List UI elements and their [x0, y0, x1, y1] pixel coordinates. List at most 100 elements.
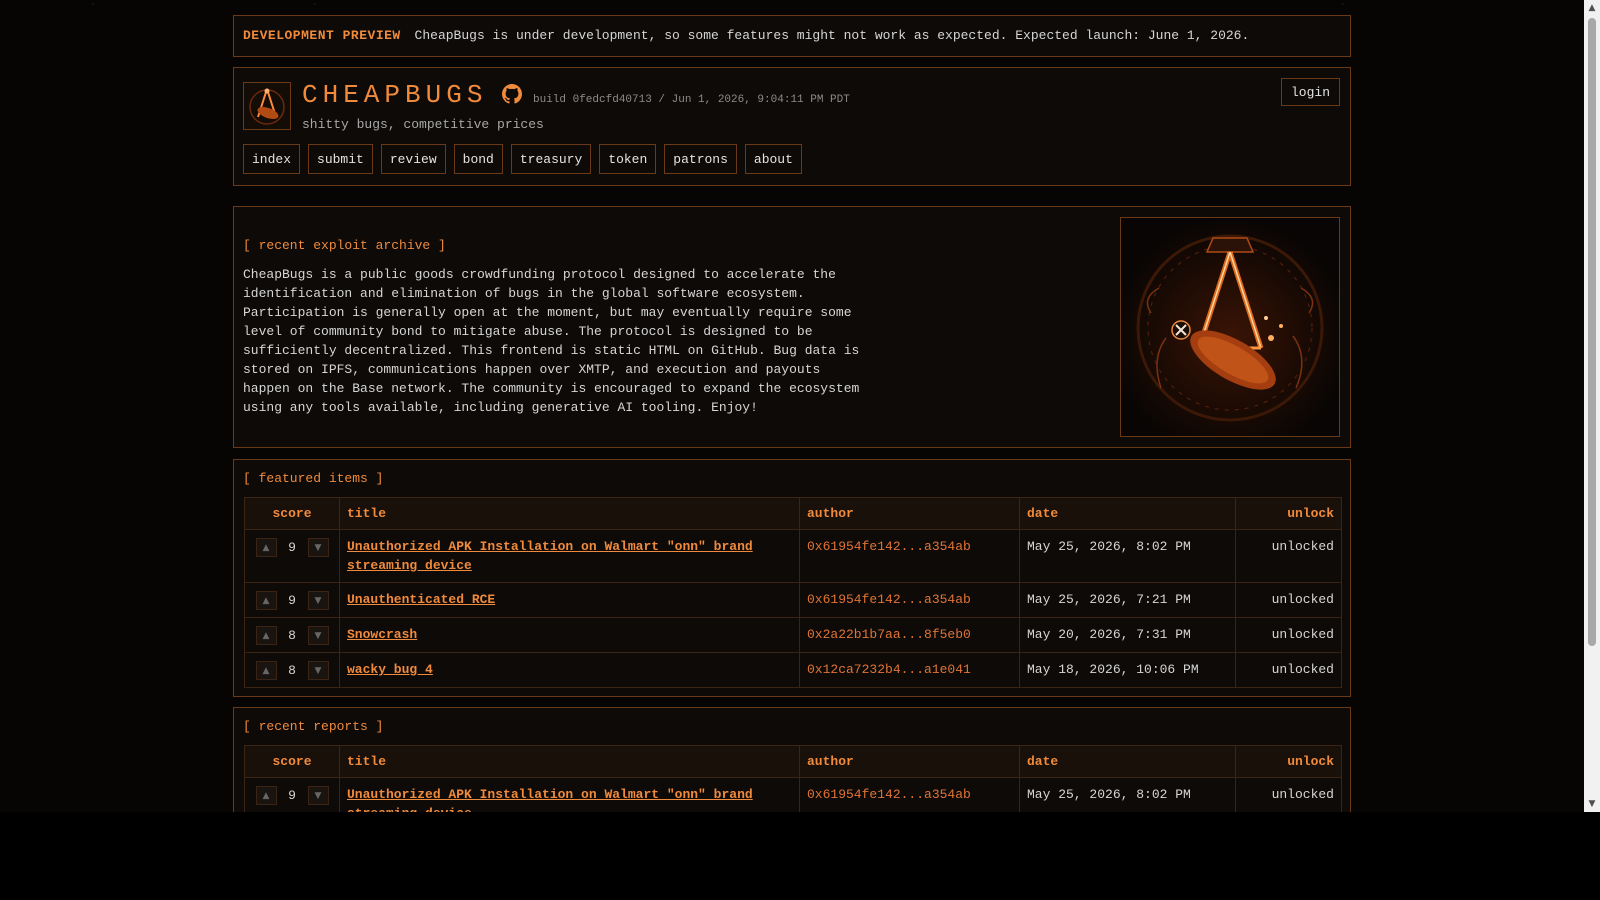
dev-preview-banner: DEVELOPMENT PREVIEW CheapBugs is under d… — [233, 15, 1351, 57]
down-arrow-icon[interactable]: ▼ — [307, 661, 329, 680]
date-cell: May 18, 2026, 10:06 PM — [1019, 652, 1236, 688]
title-cell: wacky bug 4 — [339, 652, 800, 688]
nav-patrons[interactable]: patrons — [664, 144, 737, 174]
title-cell: Unauthorized APK Installation on Walmart… — [339, 777, 800, 812]
build-info: build 0fedcfd40713 / Jun 1, 2026, 9:04:1… — [533, 94, 850, 106]
col-title[interactable]: title — [339, 745, 800, 778]
score-cell: ▲ 9 ▼ — [244, 529, 340, 583]
github-icon[interactable] — [502, 84, 522, 104]
bug-title-link[interactable]: Snowcrash — [347, 627, 417, 642]
hero-image — [1120, 217, 1340, 437]
bug-title-link[interactable]: wacky bug 4 — [347, 662, 433, 677]
logo-bug-icon — [244, 83, 290, 129]
nav-index[interactable]: index — [243, 144, 301, 174]
table-row: ▲ 9 ▼ Unauthorized APK Installation on Wal… — [244, 529, 1342, 583]
score-cell: ▲ 8 ▼ — [244, 617, 340, 653]
author-cell: 0x61954fe142...a354ab — [799, 777, 1020, 812]
col-author[interactable]: author — [799, 745, 1020, 778]
col-score[interactable]: score — [244, 745, 340, 778]
author-link[interactable]: 0x61954fe142...a354ab — [807, 539, 971, 554]
down-arrow-icon[interactable]: ▼ — [307, 626, 329, 645]
scrollbar-thumb[interactable] — [1588, 18, 1596, 646]
unlock-cell: unlocked — [1235, 582, 1342, 618]
unlock-cell: unlocked — [1235, 777, 1342, 812]
title-cell: Snowcrash — [339, 617, 800, 653]
score-cell: ▲ 8 ▼ — [244, 652, 340, 688]
col-date[interactable]: date — [1019, 745, 1236, 778]
unlock-status: unlocked — [1271, 592, 1334, 607]
date-value: May 25, 2026, 7:21 PM — [1027, 592, 1191, 607]
bug-title-link[interactable]: Unauthenticated RCE — [347, 592, 495, 607]
down-arrow-icon[interactable]: ▼ — [307, 591, 329, 610]
unlock-status: unlocked — [1271, 627, 1334, 642]
featured-panel: [ featured items ] score title author da… — [233, 459, 1351, 697]
nav-treasury[interactable]: treasury — [510, 144, 592, 174]
table-row: ▲ 9 ▼ Unauthenticated RCE 0x61954fe142...a… — [244, 582, 1342, 618]
nav-submit[interactable]: submit — [308, 144, 373, 174]
nav-token[interactable]: token — [599, 144, 657, 174]
table-row: ▲ 8 ▼ Snowcrash 0x2a22b1b7aa...8f5eb0 May … — [244, 617, 1342, 653]
author-cell: 0x2a22b1b7aa...8f5eb0 — [799, 617, 1020, 653]
up-arrow-icon[interactable]: ▲ — [255, 661, 277, 680]
score-cell: ▲ 9 ▼ — [244, 582, 340, 618]
down-arrow-icon[interactable]: ▼ — [307, 538, 329, 557]
table-row: ▲ 8 ▼ wacky bug 4 0x12ca7232b4...a1e041 Ma… — [244, 652, 1342, 688]
up-arrow-icon[interactable]: ▲ — [255, 591, 277, 610]
bottom-strip — [0, 812, 1600, 900]
site-logo[interactable] — [243, 82, 291, 130]
score-value: 8 — [288, 628, 296, 643]
date-cell: May 25, 2026, 8:02 PM — [1019, 777, 1236, 812]
login-button[interactable]: login — [1280, 78, 1340, 106]
site-header: CHEAPBUGS build 0fedcfd40713 / Jun 1, 20… — [233, 67, 1351, 186]
col-author[interactable]: author — [799, 497, 1020, 530]
dev-preview-tag: DEVELOPMENT PREVIEW — [243, 28, 401, 43]
recent-reports-title: [ recent reports ] — [243, 719, 384, 734]
up-arrow-icon[interactable]: ▲ — [255, 538, 277, 557]
author-link[interactable]: 0x2a22b1b7aa...8f5eb0 — [807, 627, 971, 642]
dev-preview-message: CheapBugs is under development, so some … — [414, 28, 1250, 43]
featured-table: score title author date unlock ▲ 9 ▼ Unaut… — [244, 497, 1342, 688]
unlock-cell: unlocked — [1235, 617, 1342, 653]
up-arrow-icon[interactable]: ▲ — [255, 786, 277, 805]
unlock-cell: unlocked — [1235, 652, 1342, 688]
date-value: May 25, 2026, 8:02 PM — [1027, 787, 1191, 802]
unlock-status: unlocked — [1271, 787, 1334, 802]
title-cell: Unauthorized APK Installation on Walmart… — [339, 529, 800, 583]
bug-title-link[interactable]: Unauthorized APK Installation on Walmart… — [347, 787, 753, 812]
col-unlock[interactable]: unlock — [1235, 497, 1342, 530]
brand-name[interactable]: CHEAPBUGS — [302, 80, 487, 110]
down-arrow-icon[interactable]: ▼ — [307, 786, 329, 805]
bug-laser-illustration — [1121, 218, 1339, 436]
col-unlock[interactable]: unlock — [1235, 745, 1342, 778]
author-link[interactable]: 0x12ca7232b4...a1e041 — [807, 662, 971, 677]
vertical-scrollbar[interactable]: ▲ ▼ — [1584, 0, 1600, 812]
col-title[interactable]: title — [339, 497, 800, 530]
recent-reports-panel: [ recent reports ] score title author da… — [233, 707, 1351, 812]
author-cell: 0x12ca7232b4...a1e041 — [799, 652, 1020, 688]
author-cell: 0x61954fe142...a354ab — [799, 582, 1020, 618]
table-row: ▲ 9 ▼ Unauthorized APK Installation on Wal… — [244, 777, 1342, 812]
author-link[interactable]: 0x61954fe142...a354ab — [807, 787, 971, 802]
nav-about[interactable]: about — [744, 144, 802, 174]
scroll-down-arrow-icon[interactable]: ▼ — [1584, 796, 1600, 812]
up-arrow-icon[interactable]: ▲ — [255, 626, 277, 645]
unlock-status: unlocked — [1271, 539, 1334, 554]
score-value: 8 — [288, 663, 296, 678]
table-header-row: score title author date unlock — [244, 745, 1342, 778]
date-cell: May 25, 2026, 8:02 PM — [1019, 529, 1236, 583]
score-value: 9 — [288, 593, 296, 608]
recent-reports-table: score title author date unlock ▲ 9 ▼ Unaut… — [244, 745, 1342, 812]
nav-bond[interactable]: bond — [453, 144, 503, 174]
intro-panel: [ recent exploit archive ] CheapBugs is … — [233, 206, 1351, 448]
bug-title-link[interactable]: Unauthorized APK Installation on Walmart… — [347, 539, 753, 573]
decorative-mark: · — [90, 0, 96, 10]
page-viewport: · · · DEVELOPMENT PREVIEW CheapBugs is u… — [0, 0, 1584, 812]
author-link[interactable]: 0x61954fe142...a354ab — [807, 592, 971, 607]
date-cell: May 25, 2026, 7:21 PM — [1019, 582, 1236, 618]
author-cell: 0x61954fe142...a354ab — [799, 529, 1020, 583]
col-score[interactable]: score — [244, 497, 340, 530]
intro-title: [ recent exploit archive ] — [243, 238, 446, 253]
scroll-up-arrow-icon[interactable]: ▲ — [1584, 0, 1600, 16]
col-date[interactable]: date — [1019, 497, 1236, 530]
nav-review[interactable]: review — [380, 144, 446, 174]
